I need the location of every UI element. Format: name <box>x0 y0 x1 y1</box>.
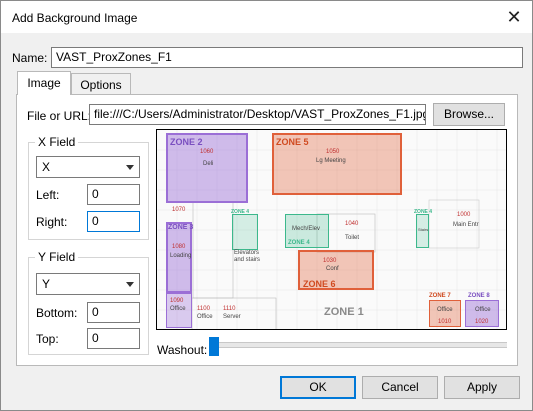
room-toilet-name: Toilet <box>345 235 360 241</box>
background-image-preview: ZONE 2 1060 Deli ZONE 5 1050 Lg Meeting … <box>156 129 507 330</box>
right-label: Right: <box>36 215 68 229</box>
zone-7-label: ZONE 7 <box>429 293 451 299</box>
room-mech-elev-name: Mech/Elev <box>292 226 321 232</box>
washout-slider-track[interactable] <box>211 342 507 348</box>
y-field-selected: Y <box>42 277 51 291</box>
name-input[interactable]: VAST_ProxZones_F1 <box>51 47 523 68</box>
room-deli-name: Deli <box>203 161 214 167</box>
room-main-entr-name: Main Entr <box>453 222 479 228</box>
room-1060-number: 1060 <box>200 149 214 155</box>
room-1010-number: 1010 <box>438 319 452 325</box>
washout-slider-thumb[interactable] <box>209 337 219 356</box>
left-input[interactable]: 0 <box>87 184 140 205</box>
chevron-down-icon <box>126 282 134 287</box>
room-1080-number: 1080 <box>172 244 186 250</box>
close-button[interactable]: ✕ <box>502 5 526 29</box>
y-field-select[interactable]: Y <box>36 273 140 295</box>
elevators-name-2: and stairs <box>234 257 261 263</box>
office-1100-name: Office <box>197 314 213 320</box>
elevators-name: Elevators <box>234 250 260 256</box>
top-label: Top: <box>36 332 59 346</box>
file-url-input[interactable]: file:///C:/Users/Administrator/Desktop/V… <box>89 104 426 125</box>
zone-8-label: ZONE 8 <box>468 293 490 299</box>
add-background-image-dialog: Add Background Image ✕ Name: VAST_ProxZo… <box>0 0 533 411</box>
room-server-name: Server <box>223 314 241 320</box>
zone-1-label: ZONE 1 <box>324 306 364 318</box>
top-input[interactable]: 0 <box>87 328 140 349</box>
title-bar: Add Background Image ✕ <box>1 1 532 33</box>
right-input[interactable]: 0 <box>87 211 140 232</box>
washout-label: Washout: <box>157 343 208 357</box>
room-1020-number: 1020 <box>475 319 489 325</box>
room-1090-number: 1090 <box>170 298 184 304</box>
room-1000-number: 1000 <box>457 212 471 218</box>
room-1030-number: 1030 <box>323 258 337 264</box>
zone-4-label-c: ZONE 4 <box>414 209 433 215</box>
cancel-button[interactable]: Cancel <box>362 376 438 399</box>
browse-button[interactable]: Browse... <box>433 103 505 126</box>
tab-options[interactable]: Options <box>71 73 131 95</box>
room-loading-name: Loading <box>170 253 192 259</box>
zone-5-label: ZONE 5 <box>276 137 309 147</box>
zone-4-elevators-area <box>232 214 258 250</box>
x-field-select[interactable]: X <box>36 156 140 178</box>
office-1010-name: Office <box>437 307 453 313</box>
office-1020-name: Office <box>475 307 491 313</box>
apply-button[interactable]: Apply <box>444 376 520 399</box>
tab-image[interactable]: Image <box>17 71 71 95</box>
left-label: Left: <box>36 188 60 202</box>
x-field-selected: X <box>42 160 51 174</box>
room-lg-meeting-name: Lg Meeting <box>316 158 346 164</box>
zone-4-label-b: ZONE 4 <box>288 240 310 246</box>
ok-button[interactable]: OK <box>280 376 356 399</box>
bottom-label: Bottom: <box>36 306 78 320</box>
file-label: File or URL: <box>27 109 92 123</box>
room-conf-name: Conf <box>326 266 339 272</box>
zone-3-label: ZONE 3 <box>168 224 194 231</box>
room-1100-number: 1100 <box>197 306 210 312</box>
zone-6-label: ZONE 6 <box>303 279 336 289</box>
window-title: Add Background Image <box>12 11 138 25</box>
zone-2-label: ZONE 2 <box>170 137 203 147</box>
close-icon: ✕ <box>506 6 522 27</box>
office-1090-name: Office <box>170 306 186 312</box>
name-label: Name: <box>12 51 48 65</box>
x-field-group-label: X Field <box>35 135 79 149</box>
room-1040-number: 1040 <box>345 221 359 227</box>
bottom-input[interactable]: 0 <box>87 302 140 323</box>
zone-4-label-a: ZONE 4 <box>231 209 250 215</box>
room-1070-number: 1070 <box>172 207 186 213</box>
room-1050-number: 1050 <box>326 149 340 155</box>
chevron-down-icon <box>126 165 134 170</box>
room-1110-number: 1110 <box>223 306 236 312</box>
y-field-group-label: Y Field <box>35 250 79 264</box>
stairs-name: Stairs <box>418 227 429 232</box>
